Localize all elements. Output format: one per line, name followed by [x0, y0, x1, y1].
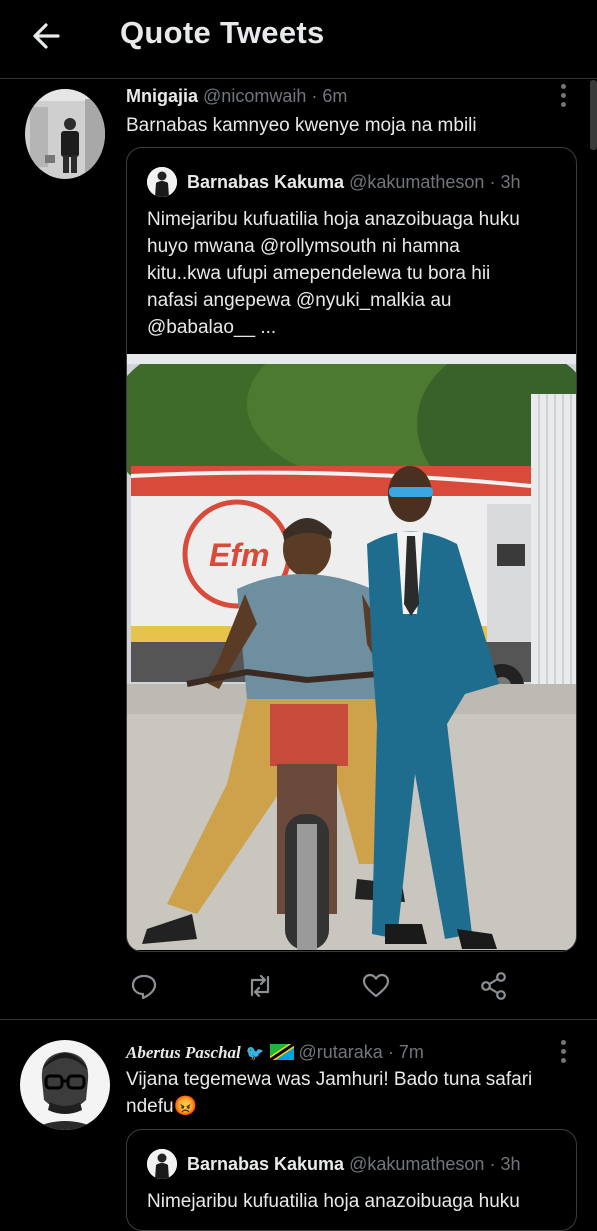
display-name[interactable]: Abertus Paschal: [126, 1043, 241, 1062]
heart-icon: [362, 973, 390, 998]
quoted-handle: @kakumatheson: [349, 172, 485, 192]
arrow-left-icon: [33, 23, 60, 49]
quoted-tweet[interactable]: Barnabas Kakuma @kakumatheson · 3h Nimej…: [126, 1129, 577, 1231]
quoted-timestamp: · 3h: [489, 172, 521, 192]
more-options-button[interactable]: [561, 1040, 567, 1067]
quoted-handle: @kakumatheson: [349, 1154, 485, 1174]
efm-logo: Efm: [209, 537, 269, 573]
scrollbar[interactable]: [590, 80, 597, 150]
quoted-avatar[interactable]: [147, 1149, 177, 1179]
retweet-icon: [250, 974, 270, 998]
quoted-photo[interactable]: Efm: [127, 354, 576, 950]
handle[interactable]: @nicomwaih: [203, 86, 306, 106]
like-button[interactable]: [361, 971, 391, 1001]
quoted-display-name: Barnabas Kakuma: [187, 1154, 345, 1174]
quoted-header: Barnabas Kakuma @kakumatheson · 3h: [187, 172, 520, 193]
share-icon: [481, 972, 506, 1000]
timestamp[interactable]: · 6m: [311, 86, 347, 106]
quoted-display-name: Barnabas Kakuma: [187, 172, 345, 192]
quoted-header: Barnabas Kakuma @kakumatheson · 3h: [187, 1154, 520, 1175]
verified-emoji-icon: 🐦: [245, 1045, 265, 1062]
timestamp[interactable]: · 7m: [388, 1042, 424, 1062]
share-button[interactable]: [479, 971, 509, 1001]
back-button[interactable]: [28, 16, 68, 56]
quoted-timestamp: · 3h: [489, 1154, 521, 1174]
avatar[interactable]: [20, 1040, 110, 1130]
tweet-header: Abertus Paschal 🐦 @rutaraka · 7m: [126, 1041, 424, 1063]
tweet-header: Mnigajia @nicomwaih · 6m: [126, 86, 347, 107]
tweet-divider: [0, 1019, 597, 1020]
display-name[interactable]: Mnigajia: [126, 86, 198, 106]
quoted-avatar[interactable]: [147, 167, 177, 197]
top-bar: Quote Tweets: [0, 0, 597, 79]
quoted-text: Nimejaribu kufuatilia hoja anazoibuaga h…: [147, 209, 520, 338]
tweet-text: Barnabas kamnyeo kwenye moja na mbili: [126, 115, 477, 136]
tanzania-flag-icon: [267, 1041, 296, 1063]
quoted-tweet[interactable]: Barnabas Kakuma @kakumatheson · 3h Nimej…: [126, 147, 577, 952]
tweet-text: Vijana tegemewa was Jamhuri! Bado tuna s…: [126, 1069, 533, 1117]
page-title: Quote Tweets: [120, 15, 325, 50]
handle[interactable]: @rutaraka: [299, 1042, 383, 1062]
retweet-button[interactable]: [245, 971, 275, 1001]
avatar[interactable]: [25, 89, 105, 179]
reply-button[interactable]: [129, 971, 159, 1001]
reply-icon: [131, 974, 157, 1000]
quoted-text: Nimejaribu kufuatilia hoja anazoibuaga h…: [147, 1191, 520, 1212]
more-options-button[interactable]: [561, 84, 567, 111]
